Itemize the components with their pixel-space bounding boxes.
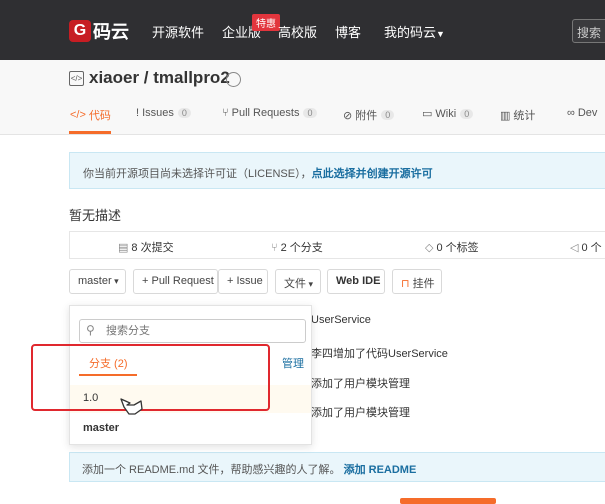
- tab-issues-label: Issues: [142, 107, 174, 119]
- nav-open-source[interactable]: 开源软件: [152, 22, 204, 41]
- stat-branches[interactable]: ⑂ 2 个分支: [271, 239, 323, 255]
- tab-statistics-label: 统计: [513, 110, 536, 122]
- license-notice: 你当前开源项目尚未选择许可证（LICENSE），点此选择并创建开源许可: [69, 152, 605, 189]
- manage-branches-link[interactable]: 管理: [282, 355, 304, 371]
- site-logo[interactable]: G 码云: [69, 18, 129, 44]
- branch-select-label: master: [78, 275, 112, 287]
- stat-tags[interactable]: ◇ 0 个标签: [425, 239, 479, 255]
- tag-icon: ◇: [425, 242, 434, 254]
- stat-releases-label: 0 个: [581, 242, 602, 254]
- nav-my-gitee-label: 我的码云: [384, 25, 437, 40]
- wiki-icon: ▭: [422, 108, 433, 120]
- license-create-link[interactable]: 点此选择并创建开源许可: [312, 168, 433, 180]
- file-row-1[interactable]: UserService: [311, 314, 371, 326]
- tab-devops-label: Dev: [577, 107, 598, 119]
- tab-attachments-label: 附件: [355, 110, 378, 122]
- logo-text: 码云: [93, 22, 129, 42]
- stat-tags-label: 0 个标签: [436, 242, 479, 254]
- tab-wiki-label: Wiki: [435, 107, 457, 120]
- add-readme-link[interactable]: 添加 README: [344, 464, 417, 476]
- repo-header: </> xiaoer / tmallpro2 </> 代码 ! Issues 0…: [0, 60, 605, 135]
- tab-pull-requests-label: Pull Requests: [231, 107, 300, 119]
- nav-my-gitee[interactable]: 我的码云▼: [384, 22, 445, 41]
- tab-issues[interactable]: ! Issues 0: [136, 107, 191, 119]
- branch-item-master[interactable]: master: [70, 415, 311, 443]
- pull-request-button[interactable]: + Pull Request: [133, 269, 218, 294]
- branches-tab-indicator: [79, 374, 137, 376]
- tab-code-label: 代码: [88, 110, 111, 122]
- search-icon: ⚲: [86, 323, 95, 337]
- attachment-icon: ⊘: [343, 109, 353, 122]
- repo-description: 暂无描述: [69, 208, 122, 223]
- branches-tab[interactable]: 分支 (2): [89, 355, 128, 371]
- certificate-icon: [226, 72, 241, 87]
- file-row-3[interactable]: 添加了用户模块管理: [311, 375, 410, 391]
- widget-button-label: 挂件: [412, 278, 435, 290]
- stat-commits-label: 8 次提交: [131, 242, 174, 254]
- global-search-input[interactable]: 搜索: [572, 19, 605, 43]
- branch-item-1-0[interactable]: 1.0: [70, 385, 311, 413]
- widget-button[interactable]: ⊓ 挂件: [392, 269, 442, 294]
- commit-icon: ▤: [118, 242, 129, 254]
- file-menu-label: 文件: [284, 278, 306, 290]
- caret-down-icon: ▼: [436, 29, 445, 39]
- active-tab-indicator: [69, 131, 111, 134]
- stat-branches-label: 2 个分支: [280, 242, 323, 254]
- file-row-4[interactable]: 添加了用户模块管理: [311, 404, 410, 420]
- readme-notice: 添加一个 README.md 文件，帮助感兴趣的人了解。 添加 README: [69, 452, 605, 482]
- nav-university[interactable]: 高校版: [278, 22, 317, 41]
- repo-code-icon: </>: [69, 71, 84, 86]
- caret-down-icon: ▾: [111, 276, 119, 286]
- stat-releases[interactable]: ◁ 0 个: [570, 239, 602, 255]
- pull-request-icon: ⑂: [222, 107, 229, 119]
- tab-statistics[interactable]: ▥ 统计: [500, 107, 535, 123]
- web-ide-button[interactable]: Web IDE: [327, 269, 385, 294]
- promo-badge: 特惠: [252, 14, 280, 31]
- code-icon: </>: [70, 109, 86, 121]
- tab-devops[interactable]: ∞ Dev: [567, 107, 597, 119]
- tab-pull-requests-count: 0: [303, 108, 317, 118]
- nav-blog[interactable]: 博客: [335, 22, 361, 41]
- release-icon: ◁: [570, 242, 579, 254]
- branch-dropdown: ⚲ 分支 (2) 管理 1.0 master: [69, 305, 312, 445]
- bookmark-icon: ⊓: [401, 278, 413, 290]
- tab-pull-requests[interactable]: ⑂ Pull Requests 0: [222, 107, 317, 119]
- file-menu-button[interactable]: 文件 ▾: [275, 269, 321, 294]
- hand-pointer-cursor-icon: [120, 398, 143, 415]
- branch-search-input[interactable]: [106, 323, 296, 339]
- branch-search-field[interactable]: ⚲: [79, 319, 306, 343]
- branch-icon: ⑂: [271, 242, 278, 254]
- stat-commits[interactable]: ▤ 8 次提交: [118, 239, 174, 255]
- logo-mark: G: [69, 20, 91, 42]
- caret-down-icon: ▾: [306, 279, 314, 289]
- chart-icon: ▥: [500, 109, 511, 122]
- branch-select-button[interactable]: master ▾: [69, 269, 126, 294]
- tab-wiki[interactable]: ▭ Wiki 0: [422, 107, 474, 120]
- orange-button-edge[interactable]: [400, 498, 496, 504]
- tab-attachments[interactable]: ⊘ 附件 0: [343, 107, 395, 123]
- tab-attachments-count: 0: [381, 110, 395, 120]
- tab-wiki-count: 0: [460, 108, 474, 119]
- top-navbar: G 码云 开源软件 企业版 特惠 高校版 博客 我的码云▼ 搜索: [0, 0, 605, 60]
- file-row-2[interactable]: 李四增加了代码UserService: [311, 345, 448, 361]
- infinity-icon: ∞: [567, 107, 575, 119]
- readme-notice-text: 添加一个 README.md 文件，帮助感兴趣的人了解。: [82, 464, 341, 476]
- tab-code[interactable]: </> 代码: [70, 107, 111, 123]
- repo-stats-bar: ▤ 8 次提交 ⑂ 2 个分支 ◇ 0 个标签 ◁ 0 个: [69, 231, 605, 259]
- repo-title[interactable]: xiaoer / tmallpro2: [89, 68, 230, 88]
- new-issue-button[interactable]: + Issue: [218, 269, 268, 294]
- tab-issues-count: 0: [177, 108, 191, 118]
- license-notice-text: 你当前开源项目尚未选择许可证（LICENSE），: [83, 168, 312, 180]
- issue-icon: !: [136, 107, 140, 119]
